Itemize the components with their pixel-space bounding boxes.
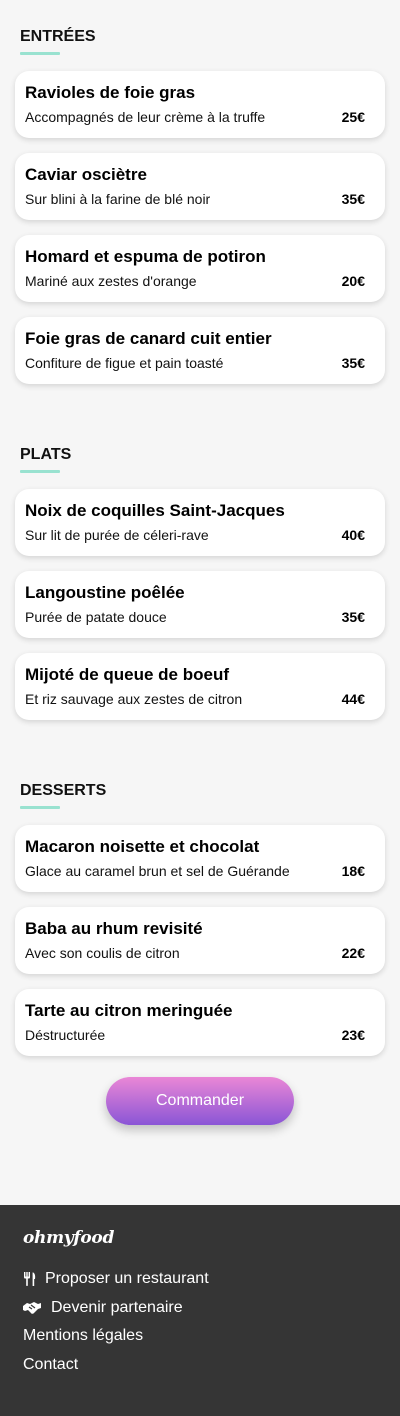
dish-card[interactable]: Foie gras de canard cuit entier Confitur… — [15, 317, 385, 384]
dish-card[interactable]: Noix de coquilles Saint-Jacques Sur lit … — [15, 489, 385, 556]
section-underline — [20, 52, 60, 55]
dish-card[interactable]: Tarte au citron meringuée Déstructurée 23… — [15, 989, 385, 1056]
dish-description: Confiture de figue et pain toasté — [25, 355, 224, 371]
dish-price: 35€ — [341, 191, 365, 207]
footer-link-label: Mentions légales — [23, 1327, 144, 1344]
dish-price: 35€ — [341, 609, 365, 625]
section-underline — [20, 470, 60, 473]
handshake-icon — [23, 1301, 45, 1315]
section-desserts: DESSERTS Macaron noisette et chocolat Gl… — [15, 735, 385, 1056]
dish-description: Sur blini à la farine de blé noir — [25, 191, 211, 207]
section-entrees: ENTRÉES Ravioles de foie gras Accompagné… — [15, 0, 385, 384]
menu: ENTRÉES Ravioles de foie gras Accompagné… — [0, 0, 400, 1056]
dish-name: Macaron noisette et chocolat — [25, 837, 260, 856]
footer-link-label: Proposer un restaurant — [45, 1270, 209, 1287]
dish-name: Langoustine poêlée — [25, 583, 185, 602]
dish-description: Sur lit de purée de céleri-rave — [25, 527, 209, 543]
dish-name: Ravioles de foie gras — [25, 83, 196, 102]
dish-name: Caviar osciètre — [25, 165, 147, 184]
dish-price: 44€ — [341, 691, 365, 707]
dish-card[interactable]: Ravioles de foie gras Accompagnés de leu… — [15, 71, 385, 138]
dish-description: Glace au caramel brun et sel de Guérande — [25, 863, 290, 879]
dish-description: Mariné aux zestes d'orange — [25, 273, 197, 289]
section-plats: PLATS Noix de coquilles Saint-Jacques Su… — [15, 399, 385, 720]
dish-description: Et riz sauvage aux zestes de citron — [25, 691, 243, 707]
section-underline — [20, 806, 60, 809]
dish-name: Foie gras de canard cuit entier — [25, 329, 272, 348]
dish-card[interactable]: Homard et espuma de potiron Mariné aux z… — [15, 235, 385, 302]
dish-card[interactable]: Mijoté de queue de boeuf Et riz sauvage … — [15, 653, 385, 720]
dish-description: Avec son coulis de citron — [25, 945, 180, 961]
dish-price: 23€ — [341, 1027, 365, 1043]
dish-name: Mijoté de queue de boeuf — [25, 665, 230, 684]
dish-description: Purée de patate douce — [25, 609, 167, 625]
footer-link-become-partner[interactable]: Devenir partenaire — [23, 1294, 400, 1323]
dish-name: Homard et espuma de potiron — [25, 247, 266, 266]
dish-price: 40€ — [341, 527, 365, 543]
order-button[interactable]: Commander — [106, 1077, 294, 1125]
footer-logo[interactable]: ohmyfood — [23, 1228, 400, 1248]
footer-link-label: Devenir partenaire — [51, 1298, 183, 1316]
section-title: PLATS — [20, 446, 72, 463]
dish-description: Accompagnés de leur crème à la truffe — [25, 109, 266, 125]
footer: ohmyfood Proposer un restaurant Devenir … — [0, 1205, 400, 1416]
dish-card[interactable]: Macaron noisette et chocolat Glace au ca… — [15, 825, 385, 892]
footer-link-legal-notice[interactable]: Mentions légales — [23, 1322, 400, 1351]
dish-name: Baba au rhum revisité — [25, 919, 203, 938]
dish-card[interactable]: Caviar osciètre Sur blini à la farine de… — [15, 153, 385, 220]
cta-container: Commander — [0, 1077, 400, 1125]
section-title: DESSERTS — [20, 782, 107, 799]
dish-price: 20€ — [341, 273, 365, 289]
dish-card[interactable]: Langoustine poêlée Purée de patate douce… — [15, 571, 385, 638]
dish-price: 35€ — [341, 355, 365, 371]
footer-link-propose-restaurant[interactable]: Proposer un restaurant — [23, 1265, 400, 1294]
dish-price: 18€ — [341, 863, 365, 879]
dish-price: 25€ — [341, 109, 365, 125]
dish-card[interactable]: Baba au rhum revisité Avec son coulis de… — [15, 907, 385, 974]
footer-link-label: Contact — [23, 1355, 79, 1373]
utensils-icon — [23, 1272, 39, 1287]
dish-name: Tarte au citron meringuée — [25, 1001, 233, 1020]
dish-price: 22€ — [341, 945, 365, 961]
footer-link-contact[interactable]: Contact — [23, 1351, 400, 1380]
dish-description: Déstructurée — [25, 1027, 106, 1043]
section-title: ENTRÉES — [20, 28, 96, 45]
dish-name: Noix de coquilles Saint-Jacques — [25, 501, 285, 520]
